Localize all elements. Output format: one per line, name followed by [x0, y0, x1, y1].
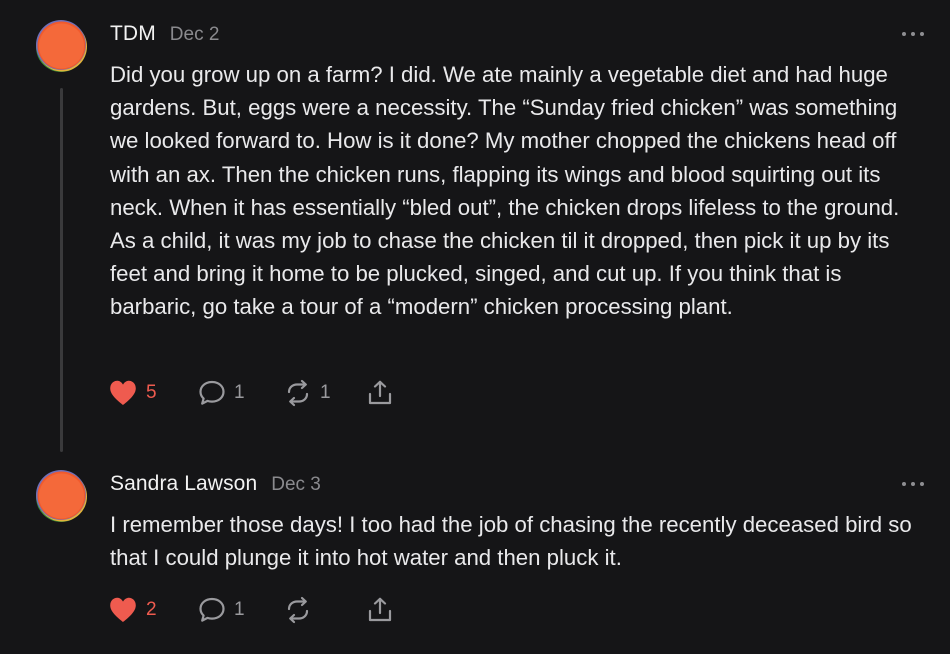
comment-header: TDM Dec 2 — [110, 22, 219, 48]
comment-actions: 2 1 — [108, 594, 406, 626]
avatar[interactable] — [34, 468, 88, 522]
share-button[interactable] — [366, 379, 406, 407]
comment-date[interactable]: Dec 3 — [271, 474, 321, 496]
comment-actions: 5 1 1 — [108, 377, 406, 409]
reply-button[interactable]: 1 — [198, 596, 284, 624]
restack-count: 1 — [320, 382, 331, 403]
more-options-icon[interactable] — [902, 476, 924, 492]
comment-text: I remember those days! I too had the job… — [110, 512, 912, 571]
heart-icon — [110, 380, 136, 405]
reply-button[interactable]: 1 — [198, 379, 284, 407]
restack-icon — [287, 379, 309, 407]
share-icon — [368, 597, 392, 622]
reply-count: 1 — [234, 599, 245, 620]
like-button[interactable]: 5 — [108, 379, 198, 407]
author-name[interactable]: TDM — [110, 22, 156, 46]
comment-date[interactable]: Dec 2 — [170, 24, 220, 46]
author-name[interactable]: Sandra Lawson — [110, 472, 257, 496]
avatar[interactable] — [34, 18, 88, 72]
like-button[interactable]: 2 — [108, 596, 198, 624]
comment-header: Sandra Lawson Dec 3 — [110, 472, 321, 498]
comment-bubble-icon — [199, 597, 225, 622]
reply-count: 1 — [234, 382, 245, 403]
share-icon — [368, 380, 392, 405]
thread-line — [60, 88, 63, 452]
restack-button[interactable]: 1 — [284, 379, 366, 407]
comment-text: Did you grow up on a farm? I did. We ate… — [110, 62, 900, 320]
share-button[interactable] — [366, 596, 406, 624]
like-count: 5 — [146, 382, 157, 403]
more-options-icon[interactable] — [902, 26, 924, 42]
heart-icon — [110, 597, 136, 622]
restack-icon — [287, 596, 309, 624]
like-count: 2 — [146, 599, 157, 620]
comment-bubble-icon — [199, 380, 225, 405]
restack-button[interactable] — [284, 596, 366, 624]
